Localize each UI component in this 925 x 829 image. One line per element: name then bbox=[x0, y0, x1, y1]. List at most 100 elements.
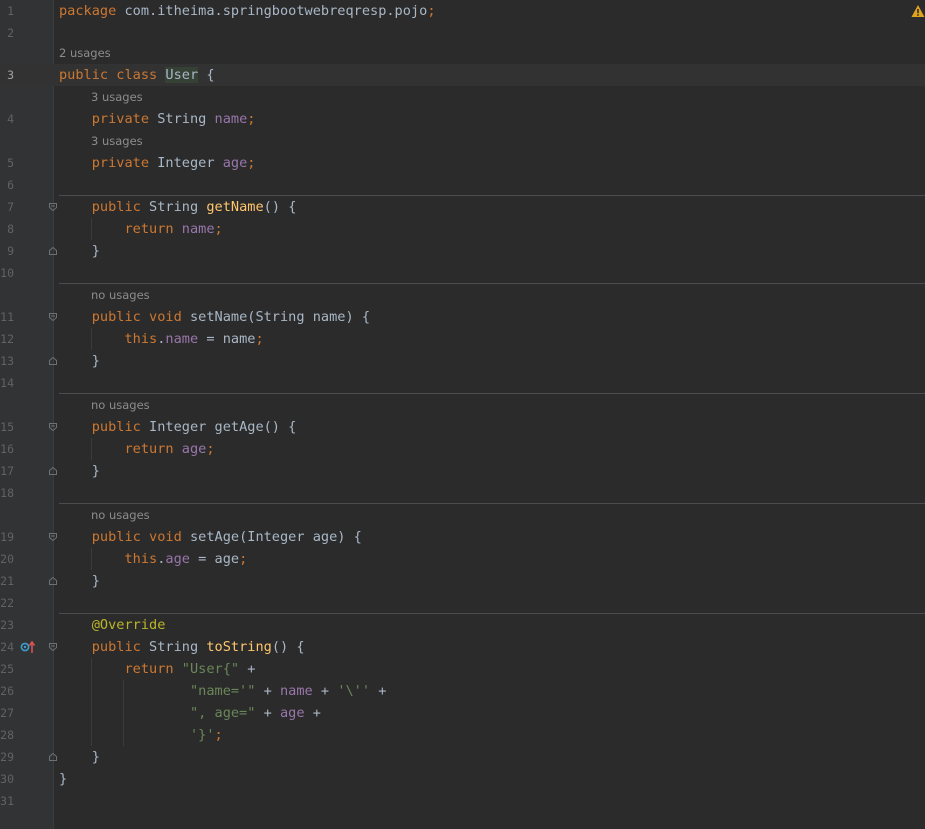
code-text[interactable]: this.name = name; bbox=[59, 328, 263, 350]
code-text[interactable]: } bbox=[59, 746, 100, 768]
code-line[interactable]: 10 bbox=[0, 262, 925, 284]
fold-open-icon[interactable] bbox=[49, 423, 57, 431]
code-line[interactable]: 12 this.name = name; bbox=[0, 328, 925, 350]
code-text[interactable]: public String toString() { bbox=[59, 636, 305, 658]
code-line[interactable]: 14 bbox=[0, 372, 925, 394]
code-line[interactable]: 29 } bbox=[0, 746, 925, 768]
code-text[interactable]: } bbox=[59, 768, 67, 790]
code-text[interactable]: } bbox=[59, 570, 100, 592]
code-text[interactable]: return "User{" + bbox=[59, 658, 255, 680]
code-text[interactable]: public void setName(String name) { bbox=[59, 306, 370, 328]
line-number[interactable]: 15 bbox=[0, 416, 14, 438]
code-line[interactable]: 30} bbox=[0, 768, 925, 790]
fold-open-icon[interactable] bbox=[49, 313, 57, 321]
code-editor[interactable]: 1 package com.itheima.springbootwebreqres… bbox=[0, 0, 925, 829]
override-implements-icon[interactable] bbox=[20, 640, 36, 654]
fold-close-icon[interactable] bbox=[49, 753, 57, 761]
code-line[interactable]: 17 } bbox=[0, 460, 925, 482]
code-line[interactable]: 9 } bbox=[0, 240, 925, 262]
line-number[interactable]: 30 bbox=[0, 768, 14, 790]
fold-close-icon[interactable] bbox=[49, 357, 57, 365]
line-number[interactable]: 16 bbox=[0, 438, 14, 460]
code-line[interactable]: 5 private Integer age; bbox=[0, 152, 925, 174]
code-text[interactable]: public class User { bbox=[59, 64, 215, 86]
line-number[interactable]: 17 bbox=[0, 460, 14, 482]
code-text[interactable]: '}'; bbox=[59, 724, 223, 746]
line-number[interactable]: 2 bbox=[0, 22, 14, 44]
line-number[interactable]: 28 bbox=[0, 724, 14, 746]
code-line[interactable]: 8 return name; bbox=[0, 218, 925, 240]
code-line[interactable]: 25 return "User{" + bbox=[0, 658, 925, 680]
line-number[interactable]: 23 bbox=[0, 614, 14, 636]
line-number[interactable]: 25 bbox=[0, 658, 14, 680]
fold-open-icon[interactable] bbox=[49, 643, 57, 651]
code-text[interactable]: private Integer age; bbox=[59, 152, 256, 174]
code-line[interactable]: 19 public void setAge(Integer age) { bbox=[0, 526, 925, 548]
line-number[interactable]: 12 bbox=[0, 328, 14, 350]
line-number[interactable]: 29 bbox=[0, 746, 14, 768]
line-number[interactable]: 13 bbox=[0, 350, 14, 372]
line-number[interactable]: 1 bbox=[0, 0, 14, 22]
code-text[interactable]: } bbox=[59, 350, 100, 372]
code-line[interactable]: 4 private String name; bbox=[0, 108, 925, 130]
code-text[interactable]: this.age = age; bbox=[59, 548, 247, 570]
code-text[interactable]: public String getName() { bbox=[59, 196, 297, 218]
line-number[interactable]: 10 bbox=[0, 262, 14, 284]
code-line[interactable]: 18 bbox=[0, 482, 925, 504]
fold-close-icon[interactable] bbox=[49, 247, 57, 255]
code-text[interactable]: } bbox=[59, 240, 100, 262]
line-number[interactable]: 26 bbox=[0, 680, 14, 702]
fold-open-icon[interactable] bbox=[49, 203, 57, 211]
usage-hint-name[interactable]: 3 usages bbox=[91, 86, 143, 108]
code-text[interactable]: public void setAge(Integer age) { bbox=[59, 526, 362, 548]
code-line[interactable]: 20 this.age = age; bbox=[0, 548, 925, 570]
code-text[interactable]: return age; bbox=[59, 438, 214, 460]
code-line[interactable]: 13 } bbox=[0, 350, 925, 372]
code-line[interactable]: 15 public Integer getAge() { bbox=[0, 416, 925, 438]
code-line[interactable]: 1 package com.itheima.springbootwebreqres… bbox=[0, 0, 925, 22]
line-number[interactable]: 9 bbox=[0, 240, 14, 262]
code-line[interactable]: 27 ", age=" + age + bbox=[0, 702, 925, 724]
code-line[interactable]: 21 } bbox=[0, 570, 925, 592]
code-line[interactable]: 31 bbox=[0, 790, 925, 812]
code-line[interactable]: 22 bbox=[0, 592, 925, 614]
line-number[interactable]: 19 bbox=[0, 526, 14, 548]
usage-hint-setname[interactable]: no usages bbox=[91, 284, 150, 306]
line-number[interactable]: 14 bbox=[0, 372, 14, 394]
line-number[interactable]: 27 bbox=[0, 702, 14, 724]
fold-close-icon[interactable] bbox=[49, 577, 57, 585]
code-line[interactable]: 2 bbox=[0, 22, 925, 44]
line-number[interactable]: 21 bbox=[0, 570, 14, 592]
code-line[interactable]: 16 return age; bbox=[0, 438, 925, 460]
code-text[interactable]: return name; bbox=[59, 218, 222, 240]
line-number[interactable]: 5 bbox=[0, 152, 14, 174]
line-number[interactable]: 22 bbox=[0, 592, 14, 614]
line-number[interactable]: 31 bbox=[0, 790, 14, 812]
code-text[interactable]: public Integer getAge() { bbox=[59, 416, 297, 438]
line-number[interactable]: 3 bbox=[0, 64, 14, 86]
line-number[interactable]: 4 bbox=[0, 108, 14, 130]
code-line[interactable]: 24 public String toString() { bbox=[0, 636, 925, 658]
line-number[interactable]: 6 bbox=[0, 174, 14, 196]
line-number[interactable]: 20 bbox=[0, 548, 14, 570]
line-number[interactable]: 18 bbox=[0, 482, 14, 504]
line-number[interactable]: 11 bbox=[0, 306, 14, 328]
code-line[interactable]: 7 public String getName() { bbox=[0, 196, 925, 218]
usage-hint-getage[interactable]: no usages bbox=[91, 394, 150, 416]
usage-hint-age[interactable]: 3 usages bbox=[91, 130, 143, 152]
code-text[interactable]: ", age=" + age + bbox=[59, 702, 321, 724]
code-text[interactable]: } bbox=[59, 460, 100, 482]
line-number[interactable]: 24 bbox=[0, 636, 14, 658]
code-line[interactable]: 26 "name='" + name + '\'' + bbox=[0, 680, 925, 702]
warning-icon[interactable] bbox=[911, 4, 925, 18]
code-text[interactable]: package com.itheima.springbootwebreqresp… bbox=[59, 0, 436, 22]
line-number[interactable]: 7 bbox=[0, 196, 14, 218]
usage-hint-setage[interactable]: no usages bbox=[91, 504, 150, 526]
code-line[interactable]: 23 @Override bbox=[0, 614, 925, 636]
code-line[interactable]: 3 public class User { bbox=[0, 64, 925, 86]
line-number[interactable]: 8 bbox=[0, 218, 14, 240]
fold-open-icon[interactable] bbox=[49, 533, 57, 541]
code-text[interactable]: "name='" + name + '\'' + bbox=[59, 680, 386, 702]
code-line[interactable]: 6 bbox=[0, 174, 925, 196]
fold-close-icon[interactable] bbox=[49, 467, 57, 475]
